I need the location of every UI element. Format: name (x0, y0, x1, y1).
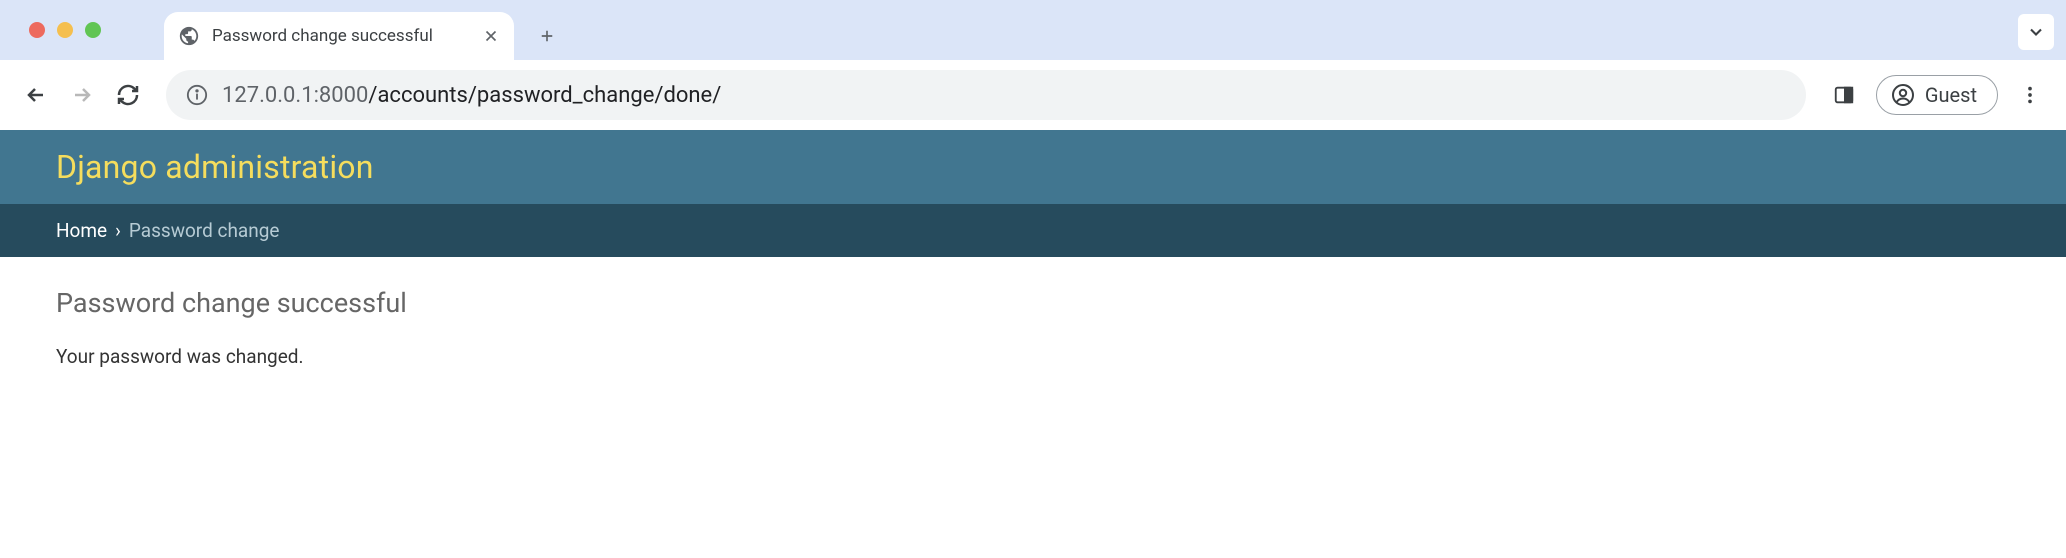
reload-button[interactable] (108, 75, 148, 115)
page-message: Your password was changed. (56, 345, 2010, 368)
browser-tab-strip: Password change successful (0, 0, 2066, 60)
address-bar[interactable]: 127.0.0.1:8000/accounts/password_change/… (166, 70, 1806, 120)
admin-header: Django administration (0, 130, 2066, 204)
globe-icon (178, 25, 200, 47)
new-tab-button[interactable] (528, 17, 566, 55)
url-host: 127.0.0.1 (222, 83, 314, 108)
close-icon[interactable] (482, 27, 500, 45)
window-maximize-button[interactable] (85, 22, 101, 38)
breadcrumb-home[interactable]: Home (56, 219, 107, 242)
kebab-menu-icon[interactable] (2010, 75, 2050, 115)
window-controls (29, 22, 101, 38)
info-icon[interactable] (186, 84, 208, 106)
back-button[interactable] (16, 75, 56, 115)
admin-content: Password change successful Your password… (0, 257, 2066, 398)
window-minimize-button[interactable] (57, 22, 73, 38)
toolbar-right: Guest (1824, 75, 2050, 115)
admin-header-title[interactable]: Django administration (56, 148, 2010, 186)
url-port: :8000 (314, 83, 369, 108)
forward-button[interactable] (62, 75, 102, 115)
tabs-dropdown-button[interactable] (2018, 14, 2054, 50)
url-text: 127.0.0.1:8000/accounts/password_change/… (222, 83, 721, 108)
url-path: /accounts/password_change/done/ (368, 83, 721, 108)
browser-toolbar: 127.0.0.1:8000/accounts/password_change/… (0, 60, 2066, 130)
window-close-button[interactable] (29, 22, 45, 38)
page-title: Password change successful (56, 287, 2010, 319)
breadcrumb-separator: › (115, 219, 121, 242)
breadcrumb-current: Password change (129, 219, 280, 242)
profile-label: Guest (1925, 83, 1977, 107)
tab-title: Password change successful (212, 26, 470, 46)
profile-button[interactable]: Guest (1876, 75, 1998, 115)
breadcrumb: Home › Password change (0, 204, 2066, 257)
browser-tab[interactable]: Password change successful (164, 12, 514, 60)
side-panel-icon[interactable] (1824, 75, 1864, 115)
